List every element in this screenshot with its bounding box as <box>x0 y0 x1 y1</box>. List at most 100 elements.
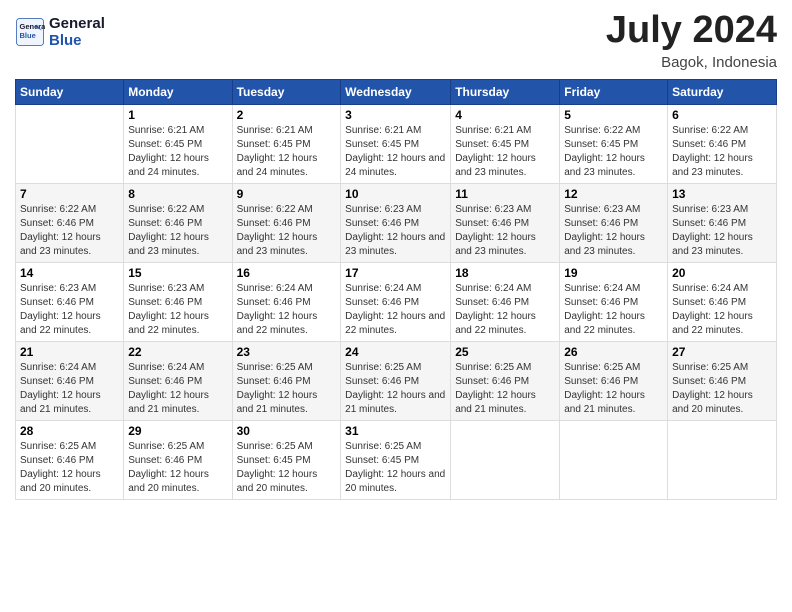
day-info: Sunrise: 6:24 AM Sunset: 6:46 PM Dayligh… <box>672 282 772 338</box>
calendar-day-cell: 1 Sunrise: 6:21 AM Sunset: 6:45 PM Dayli… <box>124 104 232 183</box>
calendar-day-cell: 28 Sunrise: 6:25 AM Sunset: 6:46 PM Dayl… <box>16 420 124 499</box>
day-info: Sunrise: 6:22 AM Sunset: 6:45 PM Dayligh… <box>564 124 663 180</box>
day-number: 25 <box>455 345 555 359</box>
day-info: Sunrise: 6:25 AM Sunset: 6:46 PM Dayligh… <box>672 361 772 417</box>
day-number: 10 <box>345 187 446 201</box>
calendar-day-cell: 30 Sunrise: 6:25 AM Sunset: 6:45 PM Dayl… <box>232 420 341 499</box>
calendar-day-cell: 27 Sunrise: 6:25 AM Sunset: 6:46 PM Dayl… <box>668 341 777 420</box>
calendar-day-cell: 26 Sunrise: 6:25 AM Sunset: 6:46 PM Dayl… <box>560 341 668 420</box>
day-number: 30 <box>237 424 337 438</box>
day-info: Sunrise: 6:24 AM Sunset: 6:46 PM Dayligh… <box>564 282 663 338</box>
day-number: 7 <box>20 187 119 201</box>
header: General Blue General Blue July 2024 Bago… <box>15 10 777 71</box>
day-number: 29 <box>128 424 227 438</box>
day-info: Sunrise: 6:21 AM Sunset: 6:45 PM Dayligh… <box>345 124 446 180</box>
calendar-day-cell: 14 Sunrise: 6:23 AM Sunset: 6:46 PM Dayl… <box>16 262 124 341</box>
calendar-day-cell: 29 Sunrise: 6:25 AM Sunset: 6:46 PM Dayl… <box>124 420 232 499</box>
svg-text:Blue: Blue <box>20 31 36 40</box>
weekday-header: Thursday <box>451 79 560 104</box>
calendar-table: SundayMondayTuesdayWednesdayThursdayFrid… <box>15 79 777 500</box>
day-number: 15 <box>128 266 227 280</box>
day-info: Sunrise: 6:23 AM Sunset: 6:46 PM Dayligh… <box>455 203 555 259</box>
day-number: 5 <box>564 108 663 122</box>
day-info: Sunrise: 6:25 AM Sunset: 6:46 PM Dayligh… <box>564 361 663 417</box>
day-info: Sunrise: 6:24 AM Sunset: 6:46 PM Dayligh… <box>128 361 227 417</box>
calendar-day-cell: 17 Sunrise: 6:24 AM Sunset: 6:46 PM Dayl… <box>341 262 451 341</box>
day-number: 12 <box>564 187 663 201</box>
weekday-header: Friday <box>560 79 668 104</box>
day-info: Sunrise: 6:25 AM Sunset: 6:46 PM Dayligh… <box>455 361 555 417</box>
day-number: 19 <box>564 266 663 280</box>
location: Bagok, Indonesia <box>606 54 777 71</box>
calendar-day-cell <box>560 420 668 499</box>
calendar-day-cell: 19 Sunrise: 6:24 AM Sunset: 6:46 PM Dayl… <box>560 262 668 341</box>
day-number: 24 <box>345 345 446 359</box>
day-number: 27 <box>672 345 772 359</box>
day-number: 2 <box>237 108 337 122</box>
calendar-day-cell: 7 Sunrise: 6:22 AM Sunset: 6:46 PM Dayli… <box>16 183 124 262</box>
day-number: 26 <box>564 345 663 359</box>
calendar-week-row: 21 Sunrise: 6:24 AM Sunset: 6:46 PM Dayl… <box>16 341 777 420</box>
calendar-day-cell: 20 Sunrise: 6:24 AM Sunset: 6:46 PM Dayl… <box>668 262 777 341</box>
day-info: Sunrise: 6:22 AM Sunset: 6:46 PM Dayligh… <box>20 203 119 259</box>
day-number: 21 <box>20 345 119 359</box>
calendar-day-cell: 22 Sunrise: 6:24 AM Sunset: 6:46 PM Dayl… <box>124 341 232 420</box>
day-number: 20 <box>672 266 772 280</box>
day-info: Sunrise: 6:25 AM Sunset: 6:45 PM Dayligh… <box>237 440 337 496</box>
day-number: 9 <box>237 187 337 201</box>
calendar-day-cell: 4 Sunrise: 6:21 AM Sunset: 6:45 PM Dayli… <box>451 104 560 183</box>
calendar-week-row: 28 Sunrise: 6:25 AM Sunset: 6:46 PM Dayl… <box>16 420 777 499</box>
day-info: Sunrise: 6:24 AM Sunset: 6:46 PM Dayligh… <box>455 282 555 338</box>
day-info: Sunrise: 6:24 AM Sunset: 6:46 PM Dayligh… <box>237 282 337 338</box>
day-info: Sunrise: 6:22 AM Sunset: 6:46 PM Dayligh… <box>237 203 337 259</box>
day-info: Sunrise: 6:21 AM Sunset: 6:45 PM Dayligh… <box>128 124 227 180</box>
logo-icon: General Blue <box>15 17 45 47</box>
day-info: Sunrise: 6:25 AM Sunset: 6:46 PM Dayligh… <box>345 361 446 417</box>
svg-text:General: General <box>20 22 46 31</box>
calendar-day-cell <box>451 420 560 499</box>
day-number: 11 <box>455 187 555 201</box>
day-number: 23 <box>237 345 337 359</box>
calendar-day-cell: 31 Sunrise: 6:25 AM Sunset: 6:45 PM Dayl… <box>341 420 451 499</box>
day-number: 16 <box>237 266 337 280</box>
calendar-week-row: 14 Sunrise: 6:23 AM Sunset: 6:46 PM Dayl… <box>16 262 777 341</box>
day-info: Sunrise: 6:25 AM Sunset: 6:46 PM Dayligh… <box>237 361 337 417</box>
calendar-day-cell: 18 Sunrise: 6:24 AM Sunset: 6:46 PM Dayl… <box>451 262 560 341</box>
day-info: Sunrise: 6:21 AM Sunset: 6:45 PM Dayligh… <box>455 124 555 180</box>
calendar-day-cell: 10 Sunrise: 6:23 AM Sunset: 6:46 PM Dayl… <box>341 183 451 262</box>
calendar-day-cell: 24 Sunrise: 6:25 AM Sunset: 6:46 PM Dayl… <box>341 341 451 420</box>
weekday-header-row: SundayMondayTuesdayWednesdayThursdayFrid… <box>16 79 777 104</box>
day-info: Sunrise: 6:24 AM Sunset: 6:46 PM Dayligh… <box>345 282 446 338</box>
calendar-day-cell <box>16 104 124 183</box>
day-info: Sunrise: 6:22 AM Sunset: 6:46 PM Dayligh… <box>128 203 227 259</box>
day-number: 14 <box>20 266 119 280</box>
calendar-day-cell: 12 Sunrise: 6:23 AM Sunset: 6:46 PM Dayl… <box>560 183 668 262</box>
calendar-day-cell: 8 Sunrise: 6:22 AM Sunset: 6:46 PM Dayli… <box>124 183 232 262</box>
logo-text: General Blue <box>49 15 105 49</box>
day-number: 13 <box>672 187 772 201</box>
weekday-header: Tuesday <box>232 79 341 104</box>
calendar-day-cell: 11 Sunrise: 6:23 AM Sunset: 6:46 PM Dayl… <box>451 183 560 262</box>
day-number: 18 <box>455 266 555 280</box>
day-number: 1 <box>128 108 227 122</box>
calendar-day-cell: 25 Sunrise: 6:25 AM Sunset: 6:46 PM Dayl… <box>451 341 560 420</box>
day-number: 8 <box>128 187 227 201</box>
calendar-day-cell: 23 Sunrise: 6:25 AM Sunset: 6:46 PM Dayl… <box>232 341 341 420</box>
day-info: Sunrise: 6:25 AM Sunset: 6:46 PM Dayligh… <box>20 440 119 496</box>
day-info: Sunrise: 6:23 AM Sunset: 6:46 PM Dayligh… <box>672 203 772 259</box>
calendar-day-cell: 9 Sunrise: 6:22 AM Sunset: 6:46 PM Dayli… <box>232 183 341 262</box>
calendar-day-cell <box>668 420 777 499</box>
day-info: Sunrise: 6:24 AM Sunset: 6:46 PM Dayligh… <box>20 361 119 417</box>
calendar-week-row: 1 Sunrise: 6:21 AM Sunset: 6:45 PM Dayli… <box>16 104 777 183</box>
day-number: 31 <box>345 424 446 438</box>
calendar-day-cell: 15 Sunrise: 6:23 AM Sunset: 6:46 PM Dayl… <box>124 262 232 341</box>
calendar-day-cell: 16 Sunrise: 6:24 AM Sunset: 6:46 PM Dayl… <box>232 262 341 341</box>
day-info: Sunrise: 6:21 AM Sunset: 6:45 PM Dayligh… <box>237 124 337 180</box>
calendar-day-cell: 3 Sunrise: 6:21 AM Sunset: 6:45 PM Dayli… <box>341 104 451 183</box>
day-number: 28 <box>20 424 119 438</box>
day-number: 6 <box>672 108 772 122</box>
day-info: Sunrise: 6:23 AM Sunset: 6:46 PM Dayligh… <box>128 282 227 338</box>
calendar-day-cell: 6 Sunrise: 6:22 AM Sunset: 6:46 PM Dayli… <box>668 104 777 183</box>
weekday-header: Saturday <box>668 79 777 104</box>
day-info: Sunrise: 6:23 AM Sunset: 6:46 PM Dayligh… <box>20 282 119 338</box>
